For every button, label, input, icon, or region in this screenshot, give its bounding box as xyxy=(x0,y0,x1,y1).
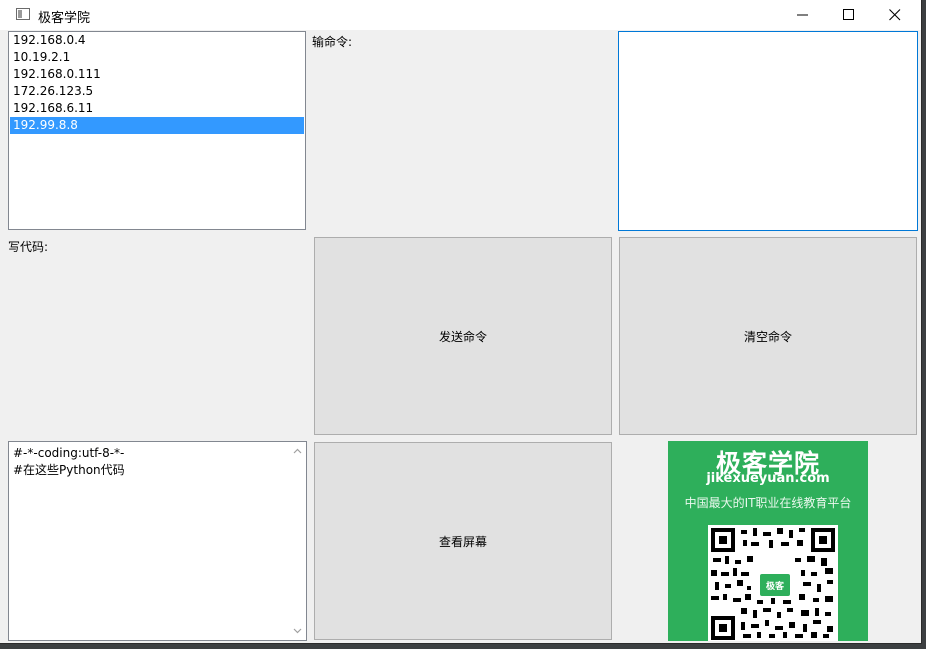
promo-slogan: 中国最大的IT职业在线教育平台 xyxy=(684,496,852,510)
ip-address-list[interactable]: 192.168.0.4 10.19.2.1 192.168.0.111 172.… xyxy=(8,31,306,230)
title-bar[interactable]: 极客学院 xyxy=(0,0,921,30)
minimize-icon xyxy=(797,14,808,16)
ip-list-item[interactable]: 172.26.123.5 xyxy=(10,83,304,100)
code-editor[interactable]: #-*-coding:utf-8-*- #在这些Python代码 xyxy=(8,441,307,641)
code-label: 写代码: xyxy=(8,240,49,254)
window-title: 极客学院 xyxy=(38,11,91,26)
scroll-down-icon[interactable] xyxy=(292,625,303,636)
ip-list-item-selected[interactable]: 192.99.8.8 xyxy=(10,117,304,134)
code-line: #在这些Python代码 xyxy=(13,463,125,477)
close-icon xyxy=(889,9,901,21)
maximize-icon xyxy=(843,9,854,20)
qr-badge: 极客 xyxy=(758,572,792,598)
view-screen-button[interactable]: 查看屏幕 xyxy=(314,442,612,640)
scroll-up-icon[interactable] xyxy=(292,446,303,457)
promo-domain: jikexueyuan.com xyxy=(706,471,830,486)
qr-code-image: 极客 xyxy=(708,525,838,641)
command-input[interactable] xyxy=(618,31,918,231)
promo-banner: 极客学院 jikexueyuan.com 中国最大的IT职业在线教育平台 极客 xyxy=(668,441,868,641)
maximize-button[interactable] xyxy=(826,0,872,30)
send-command-button[interactable]: 发送命令 xyxy=(314,237,612,435)
close-button[interactable] xyxy=(872,0,918,30)
ip-list-item[interactable]: 192.168.0.4 xyxy=(10,32,304,49)
code-line: #-*-coding:utf-8-*- xyxy=(13,446,125,460)
ip-list-item[interactable]: 192.168.0.111 xyxy=(10,66,304,83)
clear-command-button[interactable]: 清空命令 xyxy=(619,237,917,435)
minimize-button[interactable] xyxy=(780,0,826,30)
ip-list-item[interactable]: 192.168.6.11 xyxy=(10,100,304,117)
app-window-icon xyxy=(16,8,30,20)
code-editor-scrollbar[interactable] xyxy=(289,442,306,640)
ip-list-item[interactable]: 10.19.2.1 xyxy=(10,49,304,66)
main-window: 极客学院 192.168.0.4 10.19.2.1 192.168.0.111… xyxy=(0,0,922,644)
command-label: 输命令: xyxy=(312,35,353,49)
